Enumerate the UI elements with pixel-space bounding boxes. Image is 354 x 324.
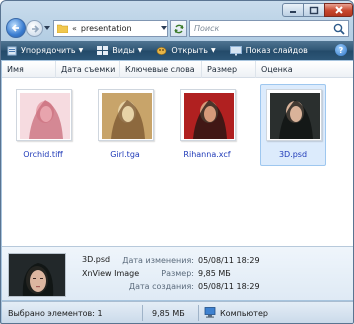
breadcrumb-overflow[interactable]: « — [72, 24, 77, 33]
thumbnail-image — [270, 93, 320, 139]
file-name[interactable]: Orchid.tiff — [11, 150, 75, 159]
refresh-button[interactable] — [170, 20, 187, 37]
column-header: Имя Дата съемки Ключевые слова Размер Оц… — [2, 60, 353, 78]
search-input[interactable]: Поиск — [194, 24, 332, 33]
status-bar: Выбрано элементов: 1 9,85 МБ Компьютер — [2, 301, 353, 323]
folder-icon — [57, 24, 68, 33]
views-label: Виды — [112, 46, 135, 55]
arrow-left-icon — [11, 24, 19, 32]
column-keywords[interactable]: Ключевые слова — [120, 60, 202, 78]
slideshow-label: Показ слайдов — [245, 46, 308, 55]
back-button[interactable] — [6, 18, 26, 38]
open-with-icon — [157, 46, 167, 55]
details-pane: 3D.psd XnView Image Дата изменения: 05/0… — [2, 246, 353, 300]
close-icon — [334, 6, 343, 14]
modified-value: 05/08/11 18:29 — [198, 256, 260, 265]
thumbnail-image — [102, 93, 152, 139]
size-value: 9,85 МБ — [198, 269, 231, 278]
command-bar: Упорядочить ▼ Виды ▼ Открыть ▼ Показ сла… — [1, 41, 353, 60]
status-location: Компьютер — [220, 309, 268, 318]
maximize-icon — [309, 6, 319, 14]
status-selected-count: Выбрано элементов: 1 — [8, 309, 103, 318]
history-dropdown-icon[interactable] — [44, 25, 51, 32]
slideshow-button[interactable]: Показ слайдов — [226, 41, 312, 60]
status-size: 9,85 МБ — [152, 309, 185, 318]
minimize-button[interactable] — [282, 3, 304, 17]
open-menu[interactable]: Открыть ▼ — [152, 41, 219, 60]
thumbnail-image — [20, 93, 70, 139]
forward-button[interactable] — [26, 20, 43, 37]
file-thumbnail — [180, 89, 236, 141]
slideshow-icon — [229, 45, 242, 55]
column-size[interactable]: Размер — [202, 60, 256, 78]
thumbnail-image — [184, 93, 234, 139]
address-dropdown-icon[interactable] — [161, 26, 167, 31]
views-menu[interactable]: Виды ▼ — [93, 41, 146, 60]
column-date-taken[interactable]: Дата съемки — [56, 60, 120, 78]
file-item[interactable]: Orchid.tiff — [10, 84, 76, 166]
file-thumbnail — [16, 89, 72, 141]
computer-icon — [204, 307, 216, 318]
file-name[interactable]: Girl.tga — [93, 150, 157, 159]
search-icon[interactable] — [332, 22, 346, 36]
file-thumbnail — [266, 89, 322, 141]
search-box[interactable]: Поиск — [189, 20, 349, 37]
open-label: Открыть — [171, 46, 208, 55]
chevron-down-icon: ▼ — [137, 47, 143, 54]
minimize-icon — [290, 11, 296, 13]
help-icon: ? — [338, 45, 344, 55]
file-item[interactable]: Girl.tga — [92, 84, 158, 166]
organize-menu[interactable]: Упорядочить ▼ — [1, 41, 87, 60]
file-name[interactable]: 3D.psd — [261, 150, 325, 159]
maximize-button[interactable] — [303, 3, 325, 17]
close-button[interactable] — [324, 3, 353, 17]
status-divider — [198, 305, 199, 321]
status-divider — [142, 305, 143, 321]
organize-icon — [7, 46, 17, 55]
address-bar[interactable]: « presentation — [53, 20, 168, 37]
help-button[interactable]: ? — [335, 44, 347, 56]
explorer-window: « presentation Поиск Упорядочить ▼ Виды … — [0, 0, 354, 324]
organize-label: Упорядочить — [21, 46, 76, 55]
file-thumbnail — [98, 89, 154, 141]
refresh-icon — [173, 24, 184, 33]
column-name[interactable]: Имя — [2, 60, 56, 78]
views-icon — [97, 45, 109, 55]
modified-label: Дата изменения: — [122, 256, 194, 265]
file-name[interactable]: Rihanna.xcf — [175, 150, 239, 159]
file-item[interactable]: 3D.psd — [260, 84, 326, 166]
column-rating[interactable]: Оценка — [256, 61, 353, 78]
file-item[interactable]: Rihanna.xcf — [174, 84, 240, 166]
size-label: Размер: — [161, 269, 194, 278]
arrow-right-icon — [31, 24, 39, 33]
address-path: presentation — [80, 24, 132, 33]
details-preview-image — [9, 254, 65, 296]
chevron-down-icon: ▼ — [78, 47, 84, 54]
created-label: Дата создания: — [128, 282, 194, 291]
created-value: 05/08/11 18:29 — [198, 282, 260, 291]
chevron-down-icon: ▼ — [210, 47, 216, 54]
details-thumbnail — [8, 253, 66, 297]
file-list: Orchid.tiff Girl.tga Rihanna.xcf 3D.psd — [2, 78, 353, 246]
